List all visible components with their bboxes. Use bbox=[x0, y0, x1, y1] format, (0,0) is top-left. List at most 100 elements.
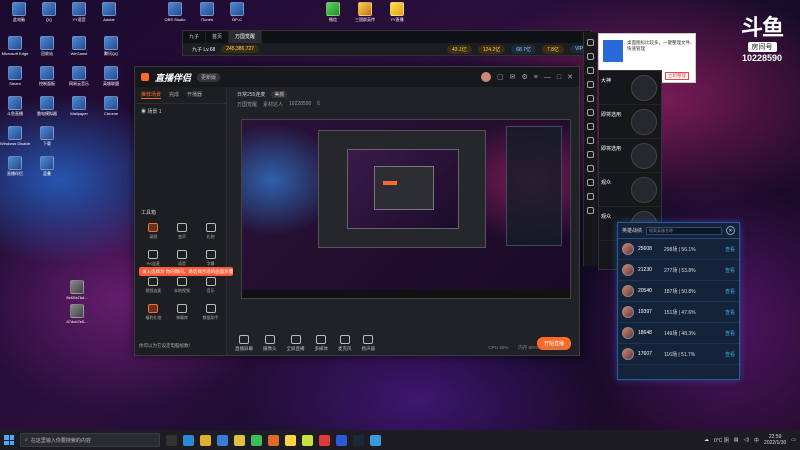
task-view-icon[interactable] bbox=[166, 434, 177, 446]
weather-text[interactable]: 0°C 阴 bbox=[714, 437, 729, 444]
view-link[interactable]: 查看 bbox=[725, 288, 735, 295]
settings-icon[interactable]: ⚙ bbox=[522, 73, 528, 81]
desktop-icon[interactable]: Chrome bbox=[96, 96, 126, 116]
table-row[interactable]: 20540 187场 | 50.8% 查看 bbox=[618, 281, 739, 302]
desktop-icon[interactable]: 英雄联盟 bbox=[96, 66, 126, 86]
volume-icon[interactable]: ◁) bbox=[743, 437, 749, 443]
tool-pk[interactable]: PK连麦 bbox=[139, 250, 168, 267]
app-icon[interactable] bbox=[336, 434, 347, 446]
more-icon[interactable] bbox=[587, 165, 594, 172]
folder-icon[interactable] bbox=[200, 434, 211, 446]
desktop-icon[interactable]: 雷电模拟器 bbox=[32, 96, 62, 116]
edge-icon[interactable] bbox=[183, 434, 194, 446]
desktop-icon[interactable]: 回收站 bbox=[32, 36, 62, 56]
record-icon[interactable] bbox=[587, 67, 594, 74]
tab-done[interactable]: 完成 bbox=[169, 91, 179, 99]
desktop-icon[interactable]: WeGame bbox=[64, 36, 94, 56]
rank-search-input[interactable]: 搜索英雄名称 bbox=[646, 226, 722, 235]
view-link[interactable]: 查看 bbox=[725, 246, 735, 253]
table-row[interactable]: 21230 277场 | 53.8% 查看 bbox=[618, 260, 739, 281]
scene-item[interactable]: ◉ 场景 1 bbox=[135, 104, 226, 119]
desktop-icon[interactable]: 8ef2fa7bd... bbox=[62, 280, 92, 300]
tool-danmaku[interactable]: 弹幕库 bbox=[168, 304, 197, 321]
desktop-icon[interactable]: iTunes bbox=[192, 2, 222, 22]
shake-icon[interactable] bbox=[587, 109, 594, 116]
windows-start-icon[interactable] bbox=[4, 435, 14, 445]
avatar[interactable] bbox=[481, 72, 492, 82]
desktop-icon[interactable]: 下载 bbox=[32, 126, 62, 146]
clock[interactable]: 22:59 2022/1/30 bbox=[764, 434, 786, 446]
tool-local-video[interactable]: 本地视频 bbox=[168, 277, 197, 294]
tool-welfare[interactable]: 福利礼物 bbox=[139, 304, 168, 321]
recent-icon[interactable] bbox=[587, 207, 594, 214]
list-item[interactable]: 即将选用 bbox=[599, 105, 661, 139]
folder-icon[interactable] bbox=[587, 151, 594, 158]
tool-subtitle[interactable]: 字幕 bbox=[196, 250, 225, 267]
fullscreen-icon[interactable] bbox=[587, 95, 594, 102]
desktop-icon[interactable]: 三国群英传 bbox=[350, 2, 380, 22]
home-icon[interactable] bbox=[587, 193, 594, 200]
desktop-icon[interactable]: Steam bbox=[0, 66, 30, 86]
desktop-icon[interactable]: 微信 bbox=[318, 2, 348, 22]
desktop-icon[interactable]: YY语音 bbox=[64, 2, 94, 22]
keyboard-icon[interactable] bbox=[587, 39, 594, 46]
quality-toast[interactable]: 录入选择为 你的期间，请选择合适的画面质量 ✕ bbox=[139, 267, 233, 276]
desktop-icon[interactable]: YY直播 bbox=[382, 2, 412, 22]
screenshot-icon[interactable] bbox=[587, 53, 594, 60]
location-icon[interactable] bbox=[587, 123, 594, 130]
tool-data[interactable]: 数据助手 bbox=[196, 304, 225, 321]
tool-record[interactable]: 录屏 bbox=[139, 223, 168, 240]
organize-button[interactable]: 立即整理 bbox=[665, 72, 689, 80]
list-item[interactable]: 观众 bbox=[599, 173, 661, 207]
room-title[interactable]: 日常255连麦 bbox=[237, 91, 265, 98]
stream-preview[interactable] bbox=[241, 119, 571, 299]
desktop-icon[interactable]: OP-C bbox=[222, 2, 252, 22]
wechat-icon[interactable] bbox=[251, 434, 262, 446]
desktop-icon[interactable]: 直播伴侣 bbox=[0, 156, 30, 176]
desktop-icon[interactable]: 87dcb7e5... bbox=[62, 304, 92, 324]
tab-recommended[interactable]: 推荐场景 bbox=[141, 91, 162, 99]
app-icon[interactable] bbox=[234, 434, 245, 446]
maximize-icon[interactable]: □ bbox=[557, 74, 561, 81]
tool-voice[interactable]: 变声 bbox=[168, 223, 197, 240]
wps-icon[interactable] bbox=[319, 434, 330, 446]
close-icon[interactable]: ✕ bbox=[567, 73, 573, 81]
notification-icon[interactable]: ▭ bbox=[791, 437, 796, 443]
desktop-icon[interactable]: Microsoft Edge bbox=[0, 36, 30, 56]
desktop-icon[interactable]: 控制面板 bbox=[32, 66, 62, 86]
gift-icon[interactable]: ▢ bbox=[497, 73, 504, 81]
version-pill[interactable]: 更新版 bbox=[197, 72, 221, 82]
app-icon[interactable] bbox=[370, 434, 381, 446]
desktop-icon[interactable]: 网易云音乐 bbox=[64, 66, 94, 86]
desktop-icon[interactable]: QQ bbox=[34, 2, 64, 22]
table-row[interactable]: 17607 116场 | 51.7% 查看 bbox=[618, 344, 739, 365]
desktop-icon[interactable]: Adobe bbox=[94, 2, 124, 22]
tool-gift[interactable]: 礼物 bbox=[196, 223, 225, 240]
tab-launcher[interactable]: 开播器 bbox=[187, 91, 202, 99]
apk-icon[interactable] bbox=[587, 137, 594, 144]
app-icon[interactable] bbox=[268, 434, 279, 446]
network-icon[interactable]: ▤ bbox=[734, 437, 739, 443]
app-icon[interactable] bbox=[285, 434, 296, 446]
desktop-icon[interactable]: 腾讯QQ bbox=[96, 36, 126, 56]
close-icon[interactable]: ✕ bbox=[726, 226, 735, 235]
desktop-icon[interactable]: OBS Studio bbox=[160, 2, 190, 22]
ime-indicator[interactable]: 中 bbox=[754, 437, 759, 444]
list-item[interactable]: 即将选用 bbox=[599, 139, 661, 173]
app-icon[interactable] bbox=[302, 434, 313, 446]
desktop-icon[interactable]: 此电脑 bbox=[4, 2, 34, 22]
tool-music[interactable]: 音乐 bbox=[196, 277, 225, 294]
desktop-icon[interactable]: Wallpaper bbox=[64, 96, 94, 116]
desktop-icon[interactable]: Windows Disabled bbox=[0, 126, 30, 146]
steam-icon[interactable] bbox=[353, 434, 364, 446]
weather-icon[interactable]: ☁ bbox=[704, 437, 709, 443]
view-link[interactable]: 查看 bbox=[725, 351, 735, 358]
menu-icon[interactable]: ≡ bbox=[534, 74, 538, 81]
list-item[interactable]: 大神 bbox=[599, 71, 661, 105]
volume-icon[interactable] bbox=[587, 81, 594, 88]
message-icon[interactable]: ✉ bbox=[510, 73, 516, 81]
desktop-icon[interactable]: 斗鱼直播 bbox=[0, 96, 30, 116]
table-row[interactable]: 18648 149场 | 48.3% 查看 bbox=[618, 323, 739, 344]
desktop-icon[interactable]: 蓝叠 bbox=[32, 156, 62, 176]
table-row[interactable]: 25608 298场 | 56.1% 查看 bbox=[618, 239, 739, 260]
